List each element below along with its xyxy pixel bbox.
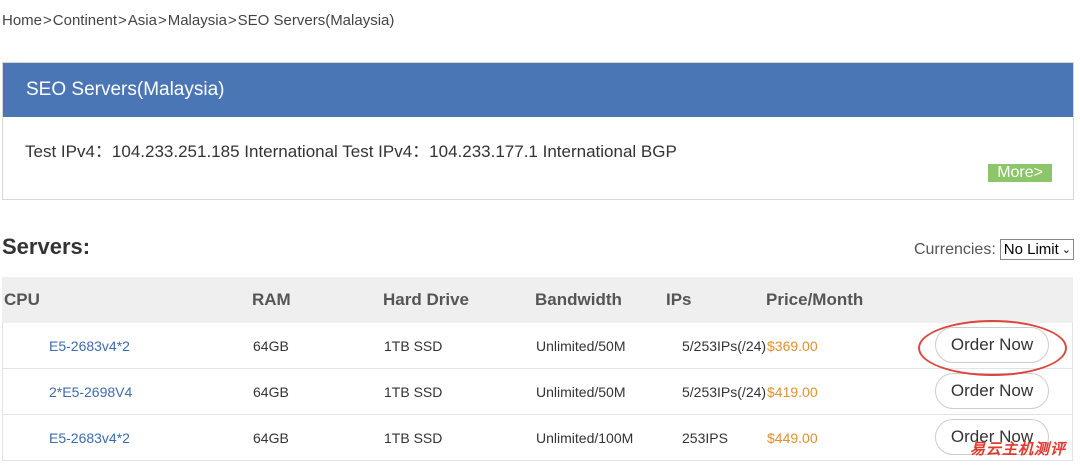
panel-body: Test IPv4：104.233.251.185 International …	[3, 117, 1073, 199]
hard-drive-cell: 1TB SSD	[384, 384, 443, 400]
servers-heading: Servers:	[2, 234, 91, 259]
table-row: E5-2683v4*2 64GB 1TB SSD Unlimited/50M 5…	[2, 323, 1073, 369]
breadcrumb-malaysia[interactable]: Malaysia	[168, 12, 227, 29]
header-ram: RAM	[252, 290, 291, 309]
breadcrumb-separator: >	[157, 12, 167, 29]
price-cell: $419.00	[767, 384, 818, 400]
header-hard-drive: Hard Drive	[383, 290, 469, 309]
table-header: CPU RAM Hard Drive Bandwidth IPs Price/M…	[2, 277, 1073, 323]
hard-drive-cell: 1TB SSD	[384, 338, 443, 354]
price-cell: $449.00	[767, 430, 818, 446]
breadcrumb-separator: >	[118, 12, 127, 29]
order-now-button[interactable]: Order Now	[935, 327, 1049, 363]
currencies-filter: Currencies: No Limit ⌄	[914, 239, 1074, 260]
header-price: Price/Month	[766, 290, 864, 309]
currency-select[interactable]: No Limit ⌄	[999, 239, 1074, 260]
table-row: E5-2683v4*2 64GB 1TB SSD Unlimited/100M …	[2, 415, 1073, 461]
ips-cell: 253IPS	[682, 430, 728, 446]
watermark: 易云主机测评	[969, 440, 1066, 458]
info-panel: SEO Servers(Malaysia) Test IPv4：104.233.…	[2, 62, 1074, 200]
bandwidth-cell: Unlimited/50M	[536, 384, 626, 400]
cpu-link[interactable]: E5-2683v4*2	[49, 338, 130, 354]
currencies-label: Currencies:	[913, 240, 996, 258]
test-ip-text: Test IPv4：104.233.251.185 International …	[25, 142, 677, 161]
table-row: 2*E5-2698V4 64GB 1TB SSD Unlimited/50M 5…	[2, 369, 1073, 415]
breadcrumb-separator: >	[227, 12, 237, 29]
ips-cell: 5/253IPs(/24)	[682, 338, 767, 354]
servers-table: CPU RAM Hard Drive Bandwidth IPs Price/M…	[2, 277, 1073, 461]
breadcrumb: Home>Continent>Asia>Malaysia>SEO Servers…	[2, 12, 394, 29]
breadcrumb-home[interactable]: Home	[2, 12, 42, 29]
order-now-button[interactable]: Order Now	[935, 373, 1049, 409]
chevron-down-icon: ⌄	[1061, 244, 1071, 256]
hard-drive-cell: 1TB SSD	[384, 430, 443, 446]
more-button[interactable]: More>	[988, 164, 1052, 182]
panel-title: SEO Servers(Malaysia)	[3, 63, 1073, 117]
breadcrumb-asia[interactable]: Asia	[128, 12, 157, 29]
header-bandwidth: Bandwidth	[535, 290, 622, 309]
bandwidth-cell: Unlimited/50M	[536, 338, 626, 354]
cpu-link[interactable]: 2*E5-2698V4	[49, 384, 132, 400]
currency-selected-value: No Limit	[1003, 241, 1059, 258]
price-cell: $369.00	[767, 338, 818, 354]
header-ips: IPs	[666, 290, 692, 309]
header-cpu: CPU	[4, 290, 40, 309]
cpu-link[interactable]: E5-2683v4*2	[49, 430, 130, 446]
breadcrumb-current[interactable]: SEO Servers(Malaysia)	[238, 12, 395, 29]
ram-cell: 64GB	[253, 430, 289, 446]
ram-cell: 64GB	[253, 384, 289, 400]
breadcrumb-separator: >	[43, 12, 52, 29]
breadcrumb-continent[interactable]: Continent	[53, 12, 117, 29]
ips-cell: 5/253IPs(/24)	[682, 384, 767, 400]
ram-cell: 64GB	[253, 338, 289, 354]
bandwidth-cell: Unlimited/100M	[536, 430, 634, 446]
